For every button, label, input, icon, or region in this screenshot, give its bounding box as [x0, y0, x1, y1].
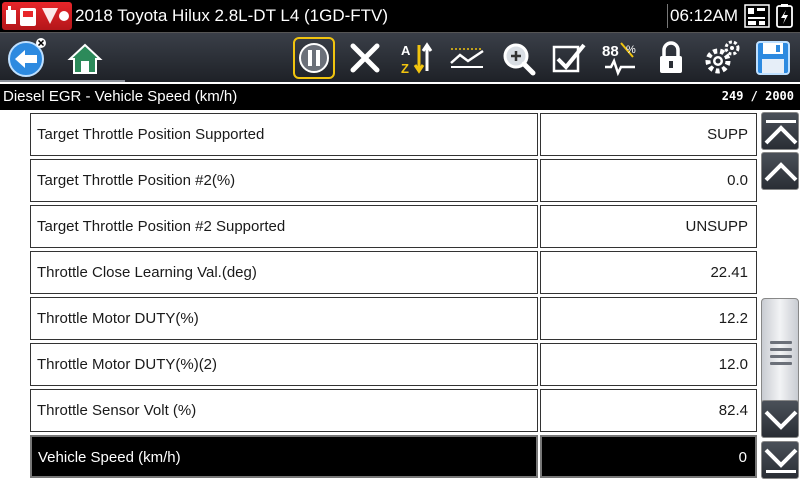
select-button[interactable] — [548, 37, 590, 79]
units-88-icon: 88 % — [602, 42, 636, 77]
back-button[interactable] — [5, 37, 47, 79]
pause-icon — [299, 43, 329, 73]
battery-icon — [776, 4, 793, 28]
scroll-controls — [760, 110, 800, 480]
chevron-up-icon — [764, 162, 798, 182]
checkmark-icon — [552, 43, 586, 73]
scroll-down-button[interactable] — [761, 400, 799, 438]
scroll-bottom-button[interactable] — [761, 441, 799, 479]
chevron-down-icon — [764, 410, 798, 430]
scroll-up-button[interactable] — [761, 152, 799, 190]
title-divider — [667, 4, 668, 28]
home-button[interactable] — [64, 37, 106, 79]
back-arrow-icon — [8, 38, 46, 77]
parameter-name: Throttle Motor DUTY(%) — [30, 297, 538, 340]
header-title: Diesel EGR - Vehicle Speed (km/h) — [3, 88, 238, 105]
parameter-name: Throttle Close Learning Val.(deg) — [30, 251, 538, 294]
save-button[interactable] — [752, 37, 794, 79]
parameter-value: 12.0 — [540, 343, 757, 386]
parameter-name: Target Throttle Position #2(%) — [30, 159, 538, 202]
svg-text:88: 88 — [602, 43, 619, 60]
data-list: Target Throttle Position Supported SUPP … — [30, 113, 757, 480]
record-counter: 249 / 2000 — [721, 89, 794, 103]
svg-text:A: A — [401, 43, 411, 58]
double-chevron-up-icon — [764, 120, 798, 145]
data-row[interactable]: Target Throttle Position #2(%) 0.0 — [30, 159, 757, 205]
data-row[interactable]: Throttle Close Learning Val.(deg) 22.41 — [30, 251, 757, 297]
lock-button[interactable] — [650, 37, 692, 79]
save-disk-icon — [756, 41, 790, 75]
data-row[interactable]: Throttle Motor DUTY(%) 12.2 — [30, 297, 757, 343]
parameter-value: SUPP — [540, 113, 757, 156]
zoom-button[interactable] — [497, 37, 539, 79]
pause-button[interactable] — [293, 37, 335, 79]
parameter-name: Throttle Sensor Volt (%) — [30, 389, 538, 432]
zoom-icon — [503, 43, 536, 76]
parameter-value: 82.4 — [540, 389, 757, 432]
svg-text:Z: Z — [401, 61, 409, 76]
status-icons — [744, 3, 798, 29]
title-bar: 2018 Toyota Hilux 2.8L-DT L4 (1GD-FTV) 0… — [0, 0, 800, 32]
toolbar-progress-line — [0, 80, 125, 82]
graph-view-icon — [450, 48, 484, 68]
graph-button[interactable] — [446, 37, 488, 79]
scroll-top-button[interactable] — [761, 112, 799, 150]
data-row[interactable]: Throttle Sensor Volt (%) 82.4 — [30, 389, 757, 435]
parameter-value: UNSUPP — [540, 205, 757, 248]
scrollbar-thumb[interactable] — [761, 298, 799, 408]
clock: 06:12AM — [670, 6, 739, 25]
data-row[interactable]: Throttle Motor DUTY(%)(2) 12.0 — [30, 343, 757, 389]
scanner-logo-icon — [2, 2, 72, 30]
sort-button[interactable]: A Z — [395, 37, 437, 79]
sort-az-icon: A Z — [401, 42, 433, 76]
parameter-value: 0.0 — [540, 159, 757, 202]
gear-icon — [705, 40, 740, 74]
parameter-value: 12.2 — [540, 297, 757, 340]
clear-button[interactable] — [344, 37, 386, 79]
lock-icon — [660, 41, 682, 73]
data-list-header: Diesel EGR - Vehicle Speed (km/h) 249 / … — [0, 84, 800, 110]
parameter-name: Target Throttle Position Supported — [30, 113, 538, 156]
parameter-value: 22.41 — [540, 251, 757, 294]
settings-button[interactable] — [701, 37, 743, 79]
close-x-icon — [350, 43, 380, 73]
data-row-selected[interactable]: Vehicle Speed (km/h) 0 — [30, 435, 757, 480]
double-chevron-down-icon — [764, 448, 798, 473]
home-icon — [67, 43, 103, 74]
data-row[interactable]: Target Throttle Position Supported SUPP — [30, 113, 757, 159]
svg-text:%: % — [626, 44, 636, 56]
parameter-name: Throttle Motor DUTY(%)(2) — [30, 343, 538, 386]
units-button[interactable]: 88 % — [599, 37, 641, 79]
vci-connection-icon — [744, 4, 770, 28]
parameter-value: 0 — [540, 435, 757, 478]
toolbar: A Z 88 % — [0, 32, 800, 82]
parameter-name: Target Throttle Position #2 Supported — [30, 205, 538, 248]
data-row[interactable]: Target Throttle Position #2 Supported UN… — [30, 205, 757, 251]
parameter-name: Vehicle Speed (km/h) — [30, 435, 538, 478]
vehicle-title: 2018 Toyota Hilux 2.8L-DT L4 (1GD-FTV) — [75, 6, 389, 25]
